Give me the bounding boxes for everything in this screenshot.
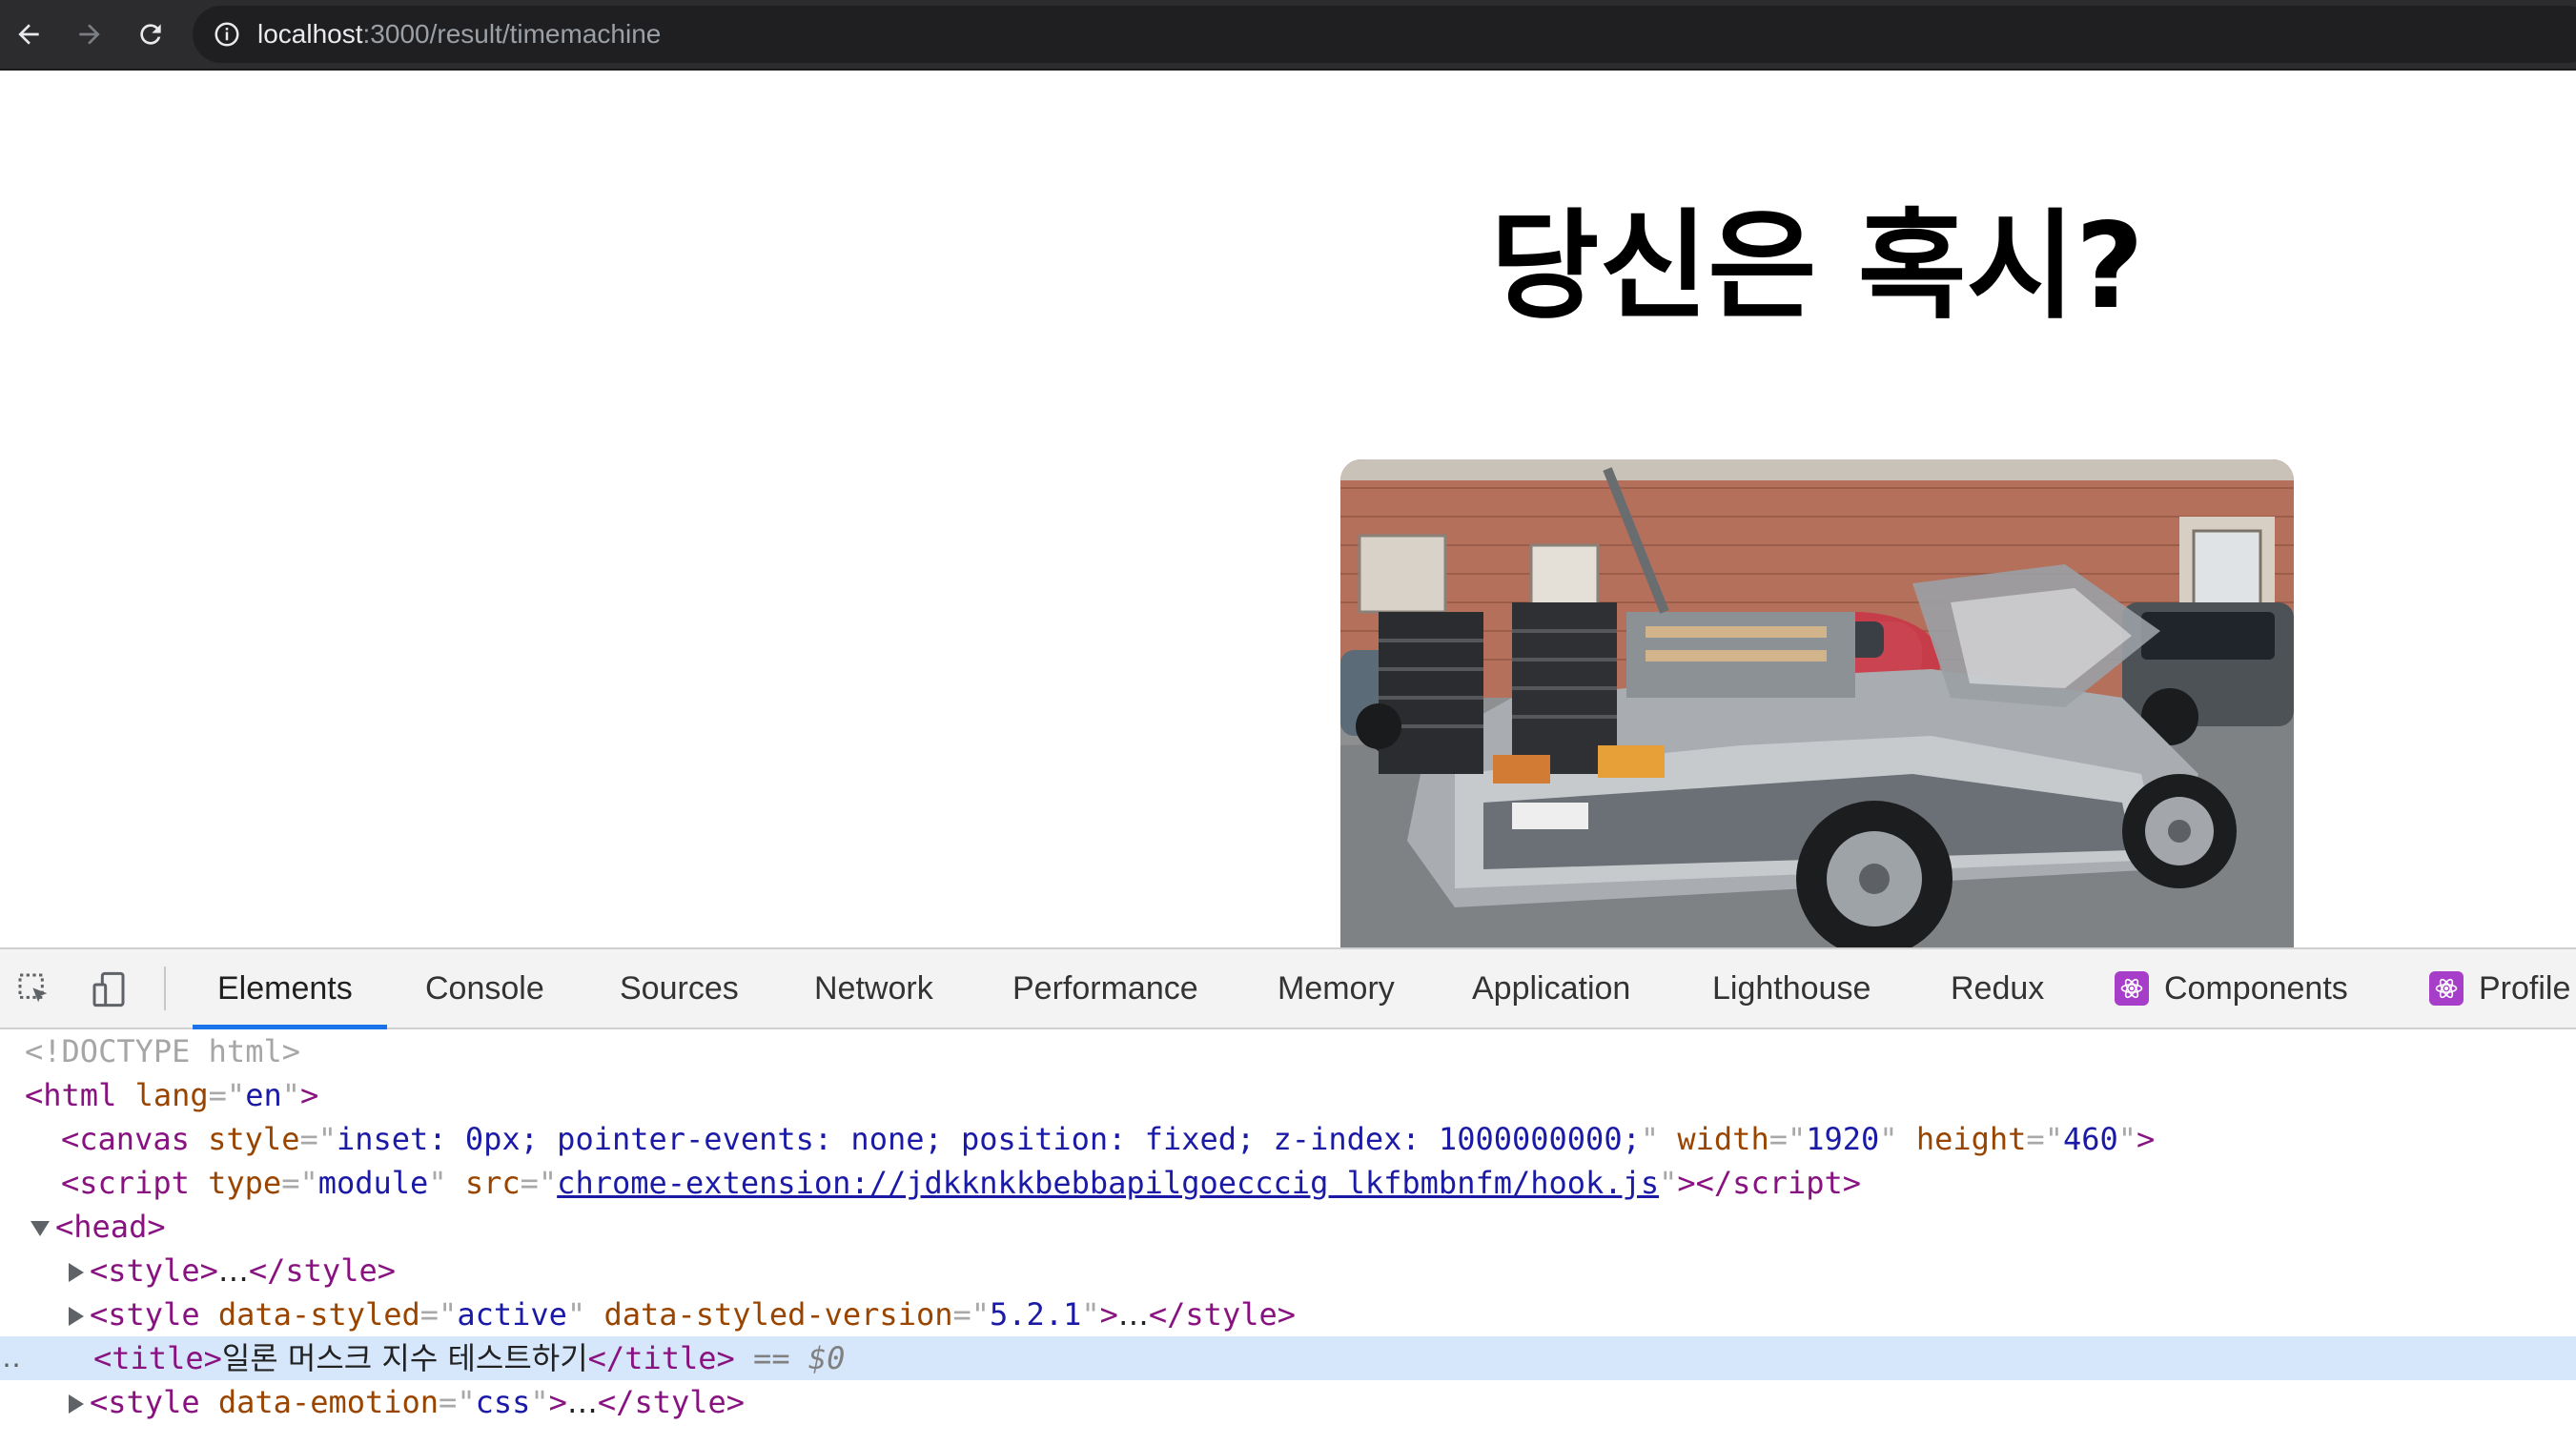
devtools-tabbar: Elements Console Sources Network Perform… [0,949,2576,1029]
attr-value: en [245,1077,282,1113]
tab-performance[interactable]: Performance [1012,949,1198,1028]
collapsed-ellipsis: … [566,1384,598,1420]
reload-button[interactable] [130,13,172,55]
attr-name: height [1915,1121,2027,1157]
hero-image [1340,459,2294,947]
tag-name: head [73,1209,148,1245]
tab-label: Performance [1012,969,1198,1007]
console-ref: $0 [808,1340,846,1376]
attr-value: inset: 0px; pointer-events: none; positi… [336,1121,1641,1157]
tag-name: style [285,1252,378,1289]
attr-name: type [208,1165,282,1201]
tab-sources[interactable]: Sources [620,949,739,1028]
dom-node-head[interactable]: <head> [0,1205,2576,1249]
tag-name: html [43,1077,117,1113]
tab-label: Elements [217,969,353,1007]
attr-name: style [208,1121,300,1157]
expand-triangle-icon[interactable] [69,1263,84,1282]
attr-value: 1920 [1806,1121,1880,1157]
forward-button[interactable] [69,13,111,55]
tag-name: style [108,1384,200,1420]
attr-value: 460 [2062,1121,2118,1157]
tab-console[interactable]: Console [425,949,544,1028]
react-icon [2429,971,2464,1006]
tab-label: Console [425,969,544,1007]
attr-value: module [317,1165,429,1201]
tag-name: script [1732,1165,1843,1201]
tag-name: canvas [79,1121,190,1157]
tab-label: Lighthouse [1712,969,1871,1007]
tag-name: title [112,1340,204,1376]
tab-redux[interactable]: Redux [1951,949,2044,1028]
tab-memory[interactable]: Memory [1278,949,1395,1028]
collapse-triangle-icon[interactable] [31,1221,50,1236]
tab-components[interactable]: Components [2115,949,2348,1028]
tab-label: Memory [1278,969,1395,1007]
dom-node-style-styled[interactable]: <style data-styled="active" data-styled-… [0,1292,2576,1336]
page-viewport: 당신은 혹시? [0,71,2576,947]
react-icon [2115,971,2149,1006]
tag-name: style [634,1384,726,1420]
tab-elements[interactable]: Elements [193,949,387,1029]
attr-value: active [457,1296,567,1333]
attr-name: data-emotion [217,1384,440,1420]
title-text: 일론 머스크 지수 테스트하기 [221,1340,588,1376]
tag-name: style [1185,1296,1278,1333]
collapsed-ellipsis: … [217,1252,249,1289]
back-button[interactable] [8,13,50,55]
tag-name: style [108,1252,200,1289]
script-src-link[interactable]: chrome-extension://jdkknkkbebbapilgoeccc… [557,1165,1659,1201]
attr-name: lang [134,1077,209,1113]
expand-triangle-icon[interactable] [69,1307,84,1326]
tab-label: Application [1472,969,1631,1007]
tab-profiler[interactable]: Profile [2429,949,2570,1028]
arrow-right-icon [79,24,100,45]
attr-value: 5.2.1 [990,1296,1082,1333]
dom-node-title-selected[interactable]: ‥ <title>일론 머스크 지수 테스트하기</title> == $0 [0,1336,2576,1380]
device-toolbar-icon[interactable] [86,967,132,1012]
reload-icon [140,24,161,45]
dom-node-style-emotion[interactable]: <style data-emotion="css">…</style> [0,1380,2576,1424]
attr-name: width [1677,1121,1769,1157]
dom-node-script[interactable]: <script type="module" src="chrome-extens… [0,1161,2576,1205]
collapsed-ellipsis: … [1117,1296,1149,1333]
console-ref-eq: == [753,1340,790,1376]
attr-name: data-styled-version [603,1296,953,1333]
url-host: localhost [257,19,363,49]
url-text: localhost:3000/result/timemachine [257,19,661,50]
address-bar[interactable]: localhost:3000/result/timemachine [193,6,2576,63]
tab-application[interactable]: Application [1472,949,1630,1028]
info-icon[interactable] [212,19,242,50]
doctype-text: <!DOCTYPE html> [25,1033,300,1069]
url-path: :3000/result/timemachine [362,19,662,49]
attr-value: css [475,1384,531,1420]
delorean-car-illustration [1340,459,2294,947]
devtools-panel: Elements Console Sources Network Perform… [0,947,2576,1445]
elements-dom-tree: <!DOCTYPE html> <html lang="en"> <canvas… [0,1029,2576,1445]
tag-name: style [108,1296,200,1333]
tag-name: title [624,1340,717,1376]
dom-node-doctype[interactable]: <!DOCTYPE html> [0,1029,2576,1073]
tab-label: Components [2164,969,2348,1007]
tab-label: Sources [620,969,739,1007]
browser-toolbar: localhost:3000/result/timemachine [0,0,2576,71]
selection-gutter-dots: ‥ [2,1341,22,1374]
page-title: 당신은 혹시? [1490,198,2144,336]
tab-label: Profile [2479,969,2571,1007]
attr-name: data-styled [217,1296,420,1333]
arrow-left-icon [18,24,39,45]
dom-node-html[interactable]: <html lang="en"> [0,1073,2576,1117]
attr-name: src [464,1165,521,1201]
dom-node-style[interactable]: <style>…</style> [0,1249,2576,1292]
dom-node-canvas[interactable]: <canvas style="inset: 0px; pointer-event… [0,1117,2576,1161]
tab-label: Redux [1951,969,2045,1007]
tab-label: Network [814,969,933,1007]
tag-name: script [79,1165,190,1201]
tab-lighthouse[interactable]: Lighthouse [1712,949,1871,1028]
expand-triangle-icon[interactable] [69,1394,84,1414]
tab-network[interactable]: Network [814,949,933,1028]
inspect-element-icon[interactable] [11,967,57,1012]
toolbar-divider [164,967,166,1010]
